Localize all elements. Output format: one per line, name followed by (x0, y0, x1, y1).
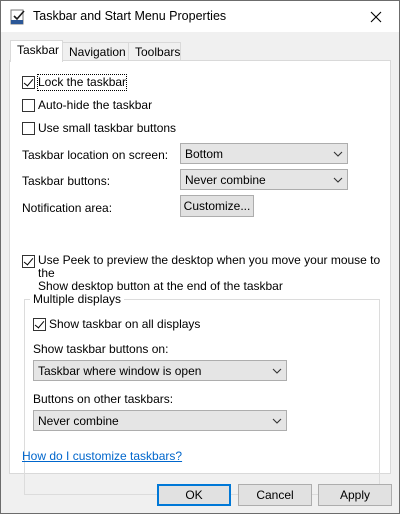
taskbar-buttons-label: Taskbar buttons: (22, 174, 111, 188)
multiple-displays-title: Multiple displays (30, 292, 125, 306)
taskbar-buttons-value: Never combine (185, 172, 266, 187)
close-button[interactable] (353, 1, 399, 32)
show-buttons-on-label: Show taskbar buttons on: (33, 342, 169, 356)
peek-label: Use Peek to preview the desktop when you… (38, 254, 390, 293)
title-bar: Taskbar and Start Menu Properties (1, 1, 399, 32)
lock-taskbar-checkbox[interactable] (22, 76, 35, 89)
chevron-down-icon (329, 170, 347, 189)
peek-label-line1: Use Peek to preview the desktop when you… (38, 253, 381, 280)
location-dropdown[interactable]: Bottom (180, 143, 348, 164)
taskbar-properties-icon (10, 9, 26, 25)
other-taskbars-dropdown[interactable]: Never combine (33, 410, 287, 431)
auto-hide-option[interactable]: Auto-hide the taskbar (22, 98, 152, 113)
tab-toolbars[interactable]: Toolbars (128, 42, 181, 61)
chevron-down-icon (329, 144, 347, 163)
show-buttons-on-dropdown[interactable]: Taskbar where window is open (33, 360, 287, 381)
other-taskbars-value: Never combine (38, 413, 119, 428)
taskbar-buttons-dropdown[interactable]: Never combine (180, 169, 348, 190)
show-buttons-on-value: Taskbar where window is open (38, 363, 202, 378)
location-value: Bottom (185, 146, 224, 161)
properties-dialog: Taskbar and Start Menu Properties Taskba… (0, 0, 400, 514)
other-taskbars-label: Buttons on other taskbars: (33, 392, 174, 406)
location-label: Taskbar location on screen: (22, 148, 169, 162)
window-title: Taskbar and Start Menu Properties (33, 9, 227, 23)
show-all-displays-option[interactable]: Show taskbar on all displays (33, 317, 200, 332)
small-buttons-checkbox[interactable] (22, 122, 35, 135)
small-buttons-option[interactable]: Use small taskbar buttons (22, 121, 176, 136)
auto-hide-label: Auto-hide the taskbar (38, 98, 153, 112)
multiple-displays-group: Multiple displays Show taskbar on all di… (24, 292, 380, 495)
tab-navigation[interactable]: Navigation (62, 42, 129, 61)
chevron-down-icon (268, 361, 286, 380)
tab-taskbar[interactable]: Taskbar (10, 40, 63, 62)
notification-area-label: Notification area: (22, 201, 113, 215)
ok-button[interactable]: OK (157, 484, 231, 506)
apply-button[interactable]: Apply (318, 484, 392, 506)
close-icon (370, 11, 382, 22)
taskbar-tab-panel: Lock the taskbar Auto-hide the taskbar U… (9, 60, 391, 495)
auto-hide-checkbox[interactable] (22, 99, 35, 112)
small-buttons-label: Use small taskbar buttons (38, 121, 177, 135)
show-all-displays-checkbox[interactable] (33, 318, 46, 331)
cancel-button[interactable]: Cancel (238, 484, 312, 506)
chevron-down-icon (268, 411, 286, 430)
help-link[interactable]: How do I customize taskbars? (22, 449, 182, 463)
lock-taskbar-option[interactable]: Lock the taskbar (22, 74, 128, 91)
customize-button[interactable]: Customize... (180, 195, 254, 217)
peek-option[interactable]: Use Peek to preview the desktop when you… (22, 254, 390, 293)
show-all-displays-label: Show taskbar on all displays (49, 317, 201, 331)
lock-taskbar-label: Lock the taskbar (36, 74, 128, 91)
peek-checkbox[interactable] (22, 255, 35, 268)
